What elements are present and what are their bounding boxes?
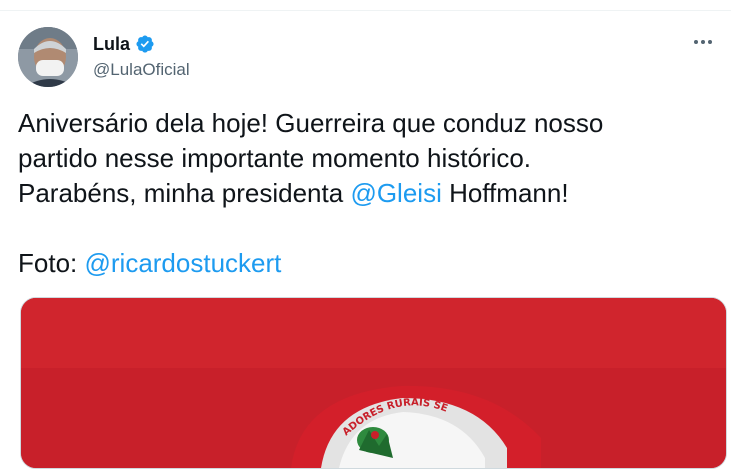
tweet-line: Foto: @ricardostuckert: [18, 246, 718, 281]
display-name[interactable]: Lula: [93, 34, 130, 55]
tweet-header: Lula @LulaOficial: [18, 27, 723, 89]
tweet-line: partido nesse importante momento históri…: [18, 143, 532, 173]
photo-credit-label: Foto:: [18, 248, 85, 278]
tweet-photo[interactable]: ADORES RURAIS SEM: [20, 297, 727, 469]
more-options-button[interactable]: [685, 29, 721, 55]
tweet-line: Parabéns, minha presidenta @Gleisi Hoffm…: [18, 176, 718, 211]
more-dot-icon: [701, 40, 705, 44]
tweet-text: Aniversário dela hoje! Guerreira que con…: [18, 106, 718, 281]
avatar-image: [18, 27, 78, 87]
tweet-line: Aniversário dela hoje! Guerreira que con…: [18, 108, 604, 138]
more-dot-icon: [694, 40, 698, 44]
tweet-text-segment: Hoffmann!: [441, 178, 569, 208]
author-info: Lula @LulaOficial: [93, 33, 190, 80]
author-handle[interactable]: @LulaOficial: [93, 60, 190, 80]
mention-link-gleisi[interactable]: @Gleisi: [350, 178, 441, 208]
top-divider: [0, 10, 731, 11]
verified-badge-icon: [136, 35, 154, 53]
more-dot-icon: [708, 40, 712, 44]
photo-image: ADORES RURAIS SEM: [21, 298, 726, 468]
mention-link-ricardostuckert[interactable]: @ricardostuckert: [84, 248, 281, 278]
avatar[interactable]: [18, 27, 78, 87]
tweet-text-segment: Parabéns, minha presidenta: [18, 178, 351, 208]
